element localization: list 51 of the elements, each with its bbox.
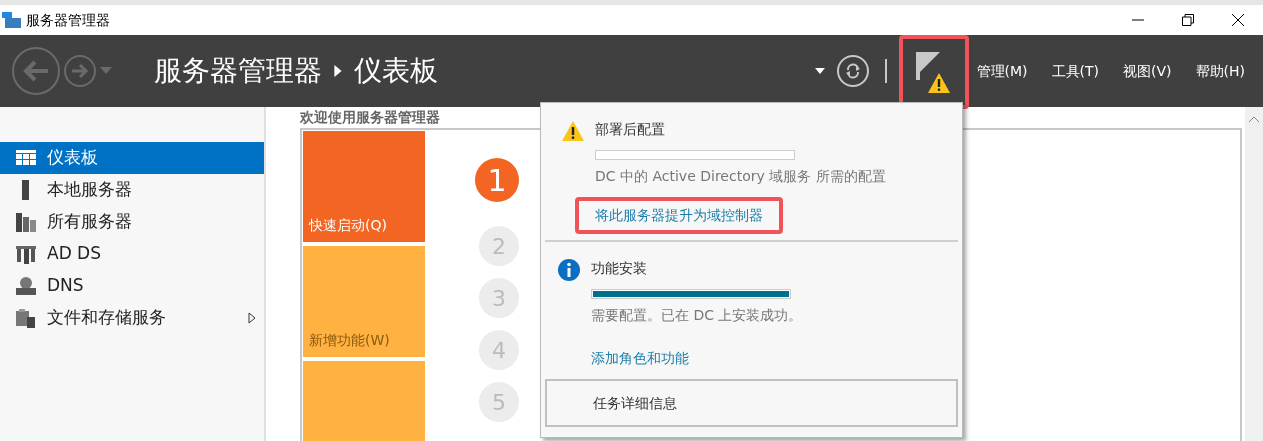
breadcrumb-item: 服务器管理器: [154, 53, 322, 89]
notification-title: 部署后配置: [595, 120, 666, 139]
notification-title: 功能安装: [591, 259, 648, 278]
dropdown-caret-icon: [814, 67, 825, 75]
menu-item[interactable]: 管理(M): [976, 60, 1028, 82]
sidebar-item[interactable]: 文件和存储服务: [0, 302, 264, 334]
notification-message: DC 中的 Active Directory 域服务 所需的配置: [595, 167, 886, 186]
menu-item[interactable]: 工具(T): [1051, 60, 1100, 82]
sidebar-item[interactable]: 仪表板: [0, 142, 264, 174]
notification-message: 需要配置。已在 DC 上安装成功。: [591, 306, 803, 325]
welcome-heading: 欢迎使用服务器管理器: [300, 108, 441, 127]
dropdown-caret-icon: [100, 67, 112, 75]
notification-link[interactable]: 添加角色和功能: [591, 348, 689, 369]
forward-arrow-icon: [70, 63, 90, 79]
warning-icon: [926, 71, 951, 95]
back-arrow-icon: [22, 59, 50, 83]
sidebar-item[interactable]: DNS: [0, 270, 264, 302]
close-icon: [1232, 14, 1244, 26]
sidebar-label: AD DS: [47, 242, 101, 266]
refresh-button[interactable]: [836, 55, 869, 87]
sidebar-item[interactable]: 所有服务器: [0, 206, 264, 238]
warning-icon: [561, 119, 585, 143]
flag-icon: [915, 52, 940, 80]
tile-label: 新增功能(W): [309, 331, 390, 350]
menu-item[interactable]: 帮助(H): [1195, 60, 1245, 82]
sidebar-item[interactable]: AD DS: [0, 238, 264, 270]
sidebar-label: 本地服务器: [47, 178, 132, 202]
folder-icon: [16, 308, 36, 328]
servers-icon: [16, 212, 36, 232]
step-number: 1: [475, 158, 519, 202]
menu-item[interactable]: 视图(V): [1123, 60, 1172, 82]
welcome-tile[interactable]: [303, 361, 425, 441]
forward-button[interactable]: [64, 55, 96, 87]
sidebar-label: 所有服务器: [47, 210, 132, 234]
info-icon: [557, 258, 581, 282]
notification-link[interactable]: 将此服务器提升为域控制器: [575, 197, 783, 234]
grid-icon: [16, 150, 36, 166]
sidebar-item[interactable]: 本地服务器: [0, 174, 264, 206]
back-button[interactable]: [12, 47, 60, 95]
sidebar-label: 仪表板: [47, 146, 98, 170]
tile-label: 快速启动(Q): [309, 216, 387, 235]
scroll-up-icon[interactable]: [1248, 115, 1260, 123]
task-details-button[interactable]: 任务详细信息: [545, 379, 958, 427]
sidebar-label: DNS: [47, 274, 84, 298]
restore-icon: [1182, 14, 1194, 26]
breadcrumb-item: 仪表板: [354, 53, 438, 89]
breadcrumb-separator-icon: [334, 65, 342, 77]
window-title: 服务器管理器: [26, 10, 110, 30]
sidebar-label: 文件和存储服务: [47, 306, 166, 330]
refresh-icon: [844, 63, 861, 79]
app-icon: [2, 12, 22, 28]
